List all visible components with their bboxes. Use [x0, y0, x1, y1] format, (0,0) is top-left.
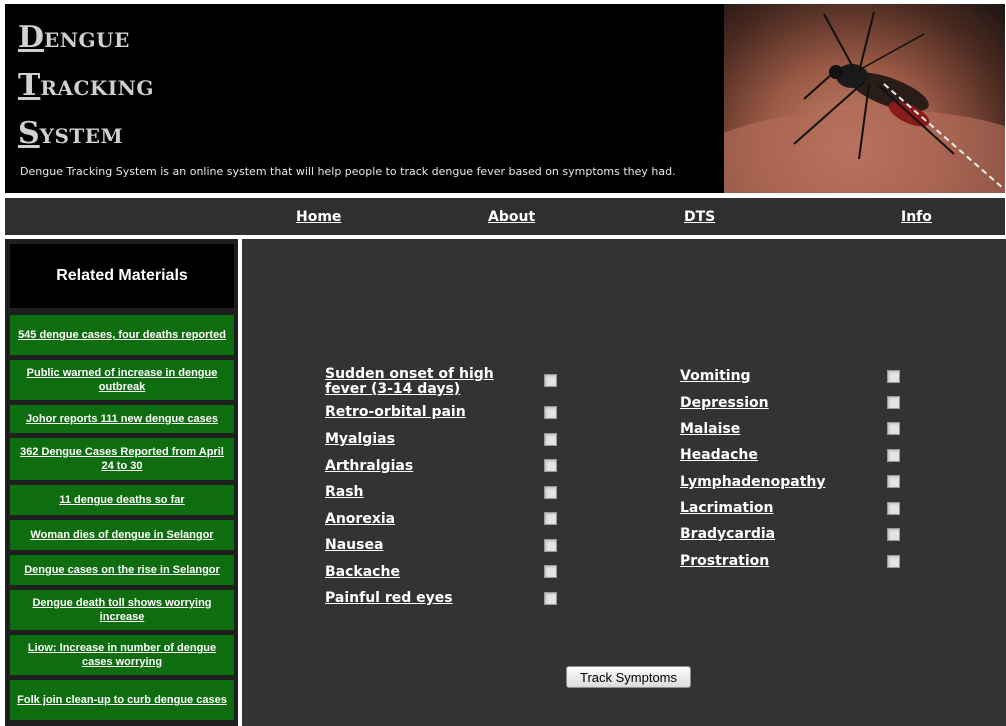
- symptom-checkbox-headache[interactable]: [887, 449, 900, 462]
- symptom-checkbox-depression[interactable]: [887, 396, 900, 409]
- symptom-checkbox-nausea[interactable]: [544, 539, 557, 552]
- site-logo: DENGUE TRACKING SYSTEM: [18, 16, 154, 160]
- nav-dts[interactable]: DTS: [684, 209, 715, 225]
- sidebar-link-8[interactable]: Dengue death toll shows worrying increas…: [10, 590, 234, 630]
- symptom-checkbox-arthralgias[interactable]: [544, 459, 557, 472]
- symptom-label-retro-orbital-pain: Retro-orbital pain: [325, 404, 466, 420]
- symptom-checkbox-rash[interactable]: [544, 486, 557, 499]
- symptom-checkbox-bradycardia[interactable]: [887, 528, 900, 541]
- sidebar-link-6[interactable]: Woman dies of dengue in Selangor: [10, 520, 234, 550]
- sidebar-link-1[interactable]: 545 dengue cases, four deaths reported: [10, 315, 234, 355]
- site-tagline: Dengue Tracking System is an online syst…: [20, 165, 676, 178]
- sidebar-link-4[interactable]: 362 Dengue Cases Reported from April 24 …: [10, 438, 234, 480]
- track-symptoms-button[interactable]: Track Symptoms: [566, 666, 691, 688]
- symptom-form: Sudden onset of high fever (3-14 days) R…: [242, 239, 1006, 726]
- symptom-label-depression: Depression: [680, 395, 769, 411]
- sidebar-link-5[interactable]: 11 dengue deaths so far: [10, 485, 234, 515]
- symptom-checkbox-lymphadenopathy[interactable]: [887, 475, 900, 488]
- logo-line-1: DENGUE: [18, 20, 130, 55]
- symptom-label-arthralgias: Arthralgias: [325, 458, 414, 474]
- sidebar-link-2[interactable]: Public warned of increase in dengue outb…: [10, 360, 234, 400]
- symptom-label-headache: Headache: [680, 447, 758, 463]
- symptom-checkbox-high-fever[interactable]: [544, 374, 557, 387]
- symptom-checkbox-backache[interactable]: [544, 565, 557, 578]
- site-header: DENGUE TRACKING SYSTEM Dengue Tracking S…: [5, 4, 1005, 193]
- mosquito-photo: [724, 4, 1005, 193]
- sidebar-link-3[interactable]: Johor reports 111 new dengue cases: [10, 405, 234, 433]
- symptom-label-myalgias: Myalgias: [325, 431, 395, 447]
- symptom-checkbox-retro-orbital-pain[interactable]: [544, 406, 557, 419]
- symptom-label-rash: Rash: [325, 484, 364, 500]
- nav-info[interactable]: Info: [901, 209, 932, 225]
- symptom-label-anorexia: Anorexia: [325, 511, 396, 527]
- symptom-label-malaise: Malaise: [680, 421, 741, 437]
- main-nav: Home About DTS Info: [5, 198, 1005, 235]
- symptom-checkbox-vomiting[interactable]: [887, 370, 900, 383]
- symptom-checkbox-myalgias[interactable]: [544, 433, 557, 446]
- sidebar-link-10[interactable]: Folk join clean-up to curb dengue cases: [10, 680, 234, 720]
- symptom-label-nausea: Nausea: [325, 537, 384, 553]
- sidebar: Related Materials 545 dengue cases, four…: [5, 239, 238, 726]
- symptom-checkbox-anorexia[interactable]: [544, 512, 557, 525]
- symptom-label-painful-red-eyes: Painful red eyes: [325, 590, 453, 606]
- logo-line-3: SYSTEM: [18, 116, 124, 151]
- symptom-label-backache: Backache: [325, 564, 400, 580]
- symptom-checkbox-prostration[interactable]: [887, 555, 900, 568]
- symptom-label-prostration: Prostration: [680, 553, 770, 569]
- logo-line-2: TRACKING: [18, 68, 154, 103]
- sidebar-link-7[interactable]: Dengue cases on the rise in Selangor: [10, 555, 234, 585]
- symptom-label-high-fever: Sudden onset of high fever (3-14 days): [325, 366, 494, 397]
- nav-about[interactable]: About: [488, 209, 535, 225]
- nav-home[interactable]: Home: [296, 209, 341, 225]
- sidebar-link-9[interactable]: Liow: Increase in number of dengue cases…: [10, 635, 234, 675]
- symptom-checkbox-painful-red-eyes[interactable]: [544, 592, 557, 605]
- symptom-label-vomiting: Vomiting: [680, 368, 751, 384]
- symptom-checkbox-lacrimation[interactable]: [887, 502, 900, 515]
- symptom-checkbox-malaise[interactable]: [887, 422, 900, 435]
- sidebar-title: Related Materials: [10, 244, 234, 308]
- symptom-label-bradycardia: Bradycardia: [680, 526, 776, 542]
- symptom-label-lacrimation: Lacrimation: [680, 500, 774, 516]
- mosquito-icon: [724, 11, 1005, 193]
- symptom-label-lymphadenopathy: Lymphadenopathy: [680, 474, 826, 490]
